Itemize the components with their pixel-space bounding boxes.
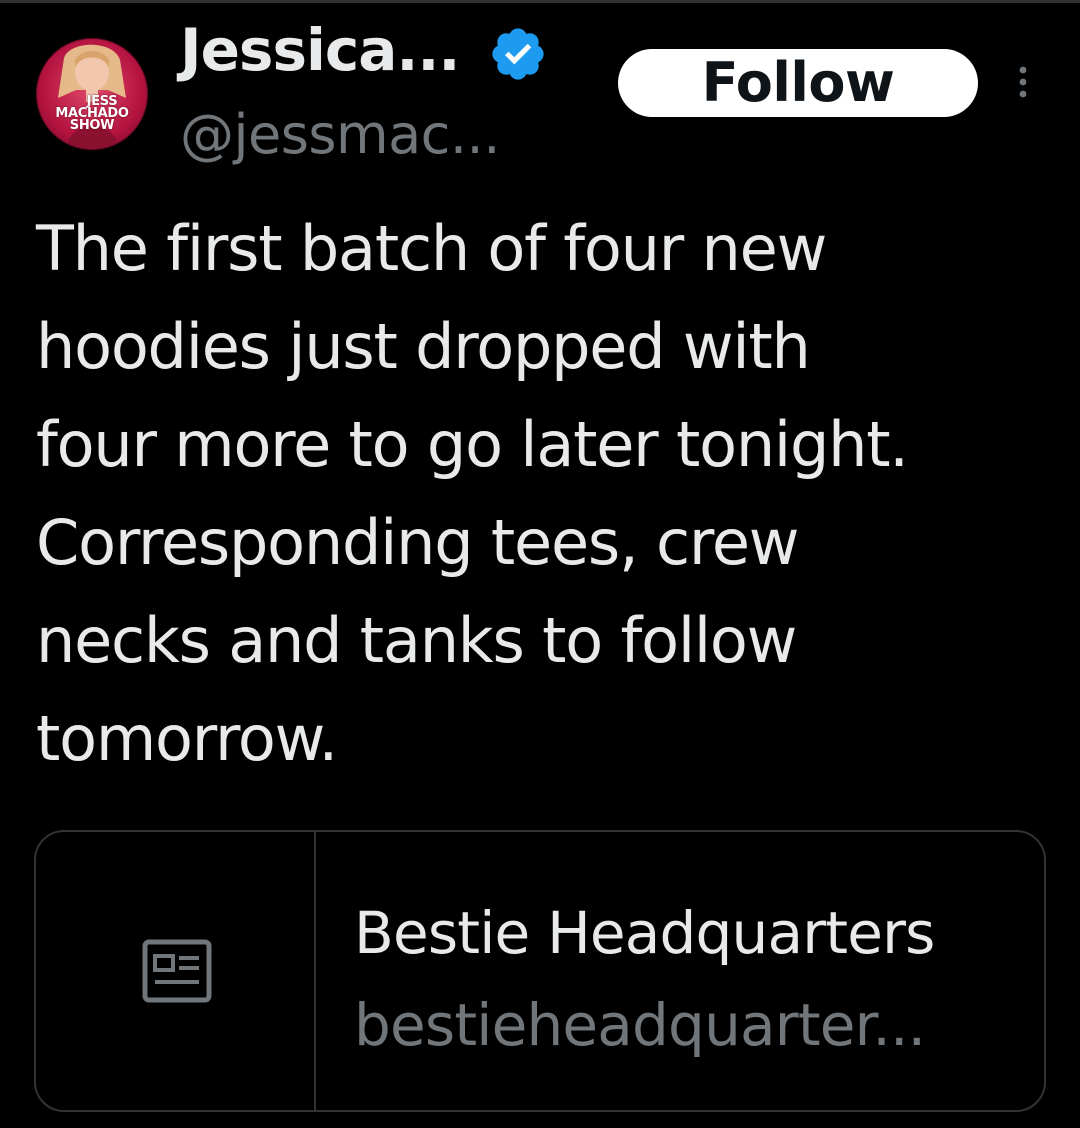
author-display-name[interactable]: Jessica... bbox=[180, 14, 460, 86]
link-card-thumbnail bbox=[36, 832, 316, 1110]
tweet-text-line: The first batch of four new bbox=[36, 212, 827, 285]
news-article-icon bbox=[142, 939, 212, 1003]
avatar-logo-text: JESS MACHADO SHOW bbox=[36, 95, 148, 133]
more-vertical-icon[interactable] bbox=[1008, 62, 1038, 102]
top-divider bbox=[0, 0, 1080, 3]
author-handle[interactable]: @jessmac... bbox=[180, 100, 500, 170]
follow-button[interactable]: Follow bbox=[618, 49, 978, 117]
author-avatar[interactable]: JESS MACHADO SHOW bbox=[36, 38, 148, 150]
tweet-text: The first batch of four new hoodies just… bbox=[36, 200, 1046, 788]
tweet-text-line: hoodies just dropped with bbox=[36, 310, 811, 383]
tweet-text-line: necks and tanks to follow bbox=[36, 604, 797, 677]
verified-badge-icon bbox=[492, 28, 544, 80]
tweet-text-line: tomorrow. bbox=[36, 702, 338, 775]
tweet-text-line: Corresponding tees, crew bbox=[36, 506, 800, 579]
tweet-text-line: four more to go later tonight. bbox=[36, 408, 909, 481]
avatar-logo-line: SHOW bbox=[69, 118, 115, 133]
link-preview-card[interactable]: Bestie Headquarters bestieheadquarter... bbox=[34, 830, 1046, 1112]
link-card-title: Bestie Headquarters bbox=[354, 899, 935, 967]
link-card-domain: bestieheadquarter... bbox=[354, 991, 926, 1059]
